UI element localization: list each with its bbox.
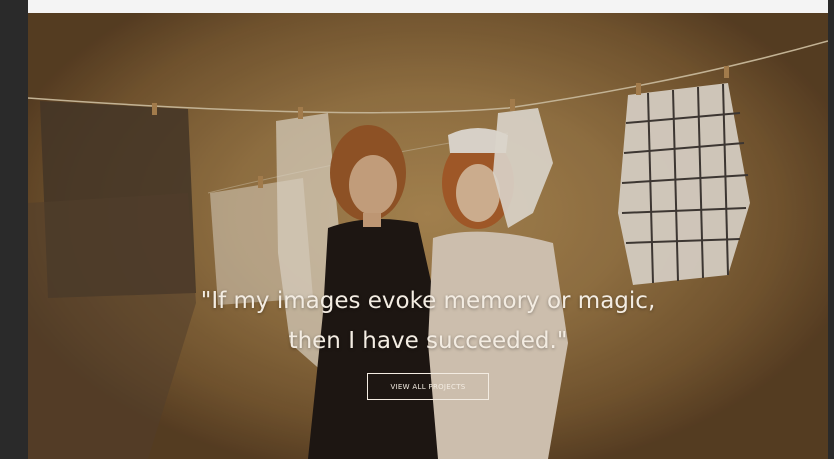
view-all-projects-button[interactable]: VIEW ALL PROJECTS xyxy=(367,373,489,400)
left-page-margin xyxy=(0,0,28,459)
right-page-margin xyxy=(828,0,834,459)
hero-section: "If my images evoke memory or magic, the… xyxy=(28,13,828,459)
header-bar xyxy=(28,0,828,13)
hero-quote: "If my images evoke memory or magic, the… xyxy=(200,288,656,354)
